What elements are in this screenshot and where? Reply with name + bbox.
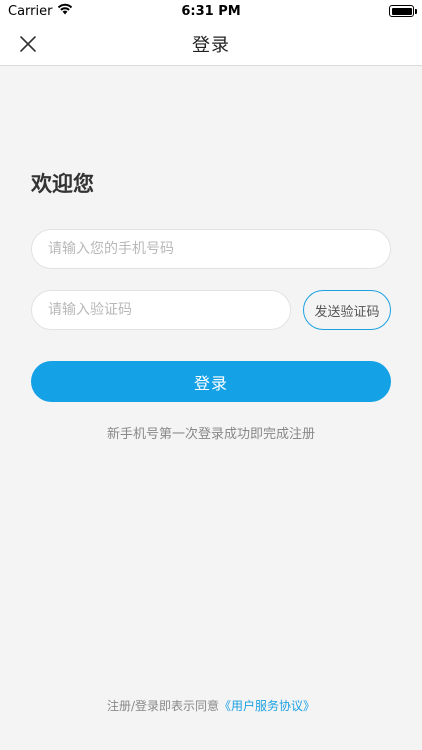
- verification-code-input[interactable]: [32, 291, 290, 329]
- close-icon: [20, 36, 36, 52]
- phone-input[interactable]: [32, 230, 390, 268]
- battery-fill: [391, 7, 412, 15]
- phone-field: [31, 229, 391, 269]
- registration-hint: 新手机号第一次登录成功即完成注册: [106, 427, 315, 442]
- status-time: 6:31 PM: [181, 3, 241, 19]
- status-bar: Carrier 6:31 PM: [0, 0, 422, 22]
- code-field: [31, 290, 291, 330]
- battery-icon: [389, 5, 417, 17]
- nav-bar: 登录: [0, 22, 422, 66]
- user-agreement-link[interactable]: 《用户服务协议》: [219, 699, 315, 713]
- send-code-button[interactable]: 发送验证码: [303, 290, 391, 330]
- agreement-prefix: 注册/登录即表示同意: [106, 699, 220, 713]
- agreement-text: 注册/登录即表示同意《用户服务协议》: [0, 697, 422, 714]
- welcome-heading: 欢迎您: [31, 172, 94, 196]
- close-button[interactable]: [14, 30, 42, 58]
- login-button[interactable]: 登录: [31, 361, 391, 402]
- page-title: 登录: [192, 34, 230, 56]
